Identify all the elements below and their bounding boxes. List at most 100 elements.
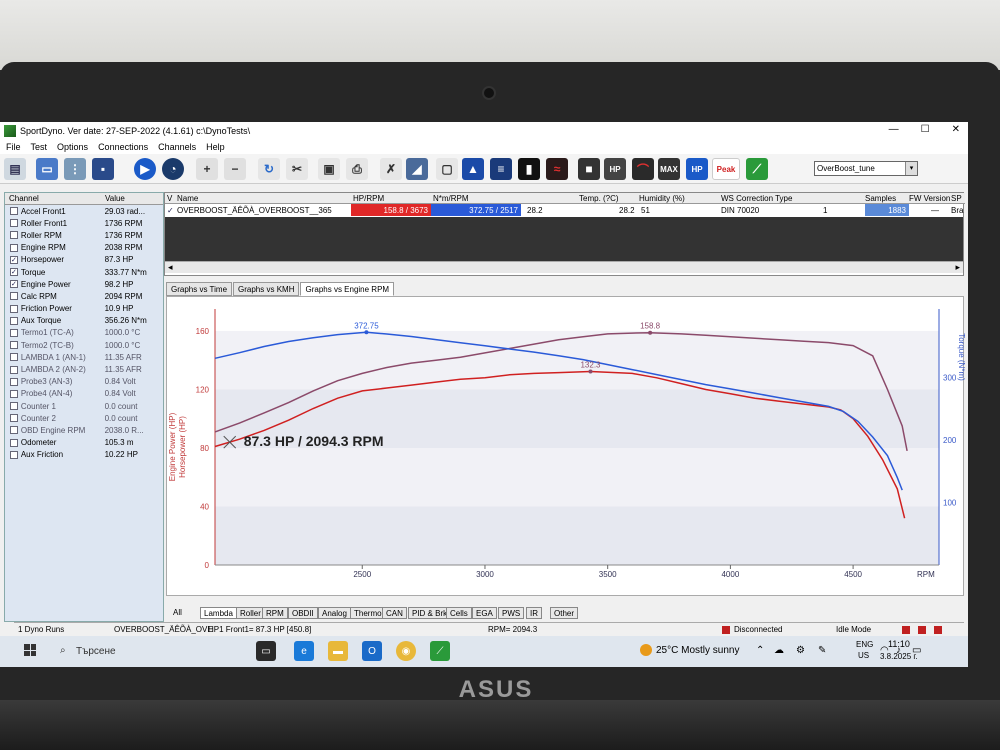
channel-checkbox[interactable]: ✓ xyxy=(10,268,18,277)
save-icon[interactable]: ▪ xyxy=(92,158,114,180)
tab-graphs-vs-time[interactable]: Graphs vs Time xyxy=(166,282,233,296)
close-button[interactable]: ✕ xyxy=(952,124,960,135)
new-test-icon[interactable]: ▤ xyxy=(4,158,26,180)
task-view-icon[interactable]: ▭ xyxy=(256,641,276,661)
chrome-icon[interactable]: ◉ xyxy=(396,641,416,661)
channel-checkbox[interactable] xyxy=(10,231,18,240)
play-icon[interactable]: ▶ xyxy=(134,158,156,180)
tray-chevron-icon[interactable]: ⌃ xyxy=(756,645,764,656)
channel-checkbox[interactable] xyxy=(10,353,18,362)
tab-obdii[interactable]: OBDII xyxy=(288,607,318,619)
channel-checkbox[interactable] xyxy=(10,377,18,386)
file-explorer-icon[interactable]: ▬ xyxy=(328,641,348,661)
profile-select[interactable]: OverBoost_tune ▾ xyxy=(814,161,918,176)
channel-checkbox[interactable] xyxy=(10,243,18,252)
row-check[interactable]: ✓ xyxy=(167,206,174,215)
tab-pws[interactable]: PWS xyxy=(498,607,525,619)
tab-can[interactable]: CAN xyxy=(382,607,407,619)
menu-channels[interactable]: Channels xyxy=(158,142,196,152)
list-item[interactable]: Friction Power 10.9 HP xyxy=(5,303,163,315)
menu-file[interactable]: File xyxy=(6,142,21,152)
channel-checkbox[interactable] xyxy=(10,389,18,398)
list-item[interactable]: Probe4 (AN-4) 0.84 Volt xyxy=(5,388,163,400)
channel-checkbox[interactable] xyxy=(10,426,18,435)
print-preview-icon[interactable]: ▣ xyxy=(318,158,340,180)
refresh-icon[interactable]: ↻ xyxy=(258,158,280,180)
zoom-out-icon[interactable]: − xyxy=(224,158,246,180)
channel-checkbox[interactable] xyxy=(10,365,18,374)
list-item[interactable]: Odometer 105.3 m xyxy=(5,437,163,449)
peak-button[interactable]: Peak xyxy=(712,158,740,180)
sportdyno-taskbar-icon[interactable]: ⟋ xyxy=(430,641,450,661)
windows-start-icon[interactable] xyxy=(24,644,36,656)
table-row[interactable]: ✓ OVERBOOST_ÄÊÕÀ_OVERBOOST__365 158.8 / … xyxy=(165,204,965,216)
display-icon[interactable]: ▢ xyxy=(436,158,458,180)
channel-checkbox[interactable] xyxy=(10,219,18,228)
maximize-button[interactable]: ☐ xyxy=(921,124,930,135)
hp-blue-button[interactable]: HP xyxy=(686,158,708,180)
horizontal-scrollbar[interactable]: ◂ ▸ xyxy=(165,261,963,273)
list-item[interactable]: Probe3 (AN-3) 0.84 Volt xyxy=(5,376,163,388)
menu-help[interactable]: Help xyxy=(206,142,225,152)
menu-test[interactable]: Test xyxy=(31,142,48,152)
menu-options[interactable]: Options xyxy=(57,142,88,152)
tab-lambda[interactable]: Lambda xyxy=(200,607,237,619)
scroll-left-icon[interactable]: ◂ xyxy=(168,262,173,273)
dyno-plot[interactable]: 2500 3000 3500 4000 4500 RPM 0 40 80 120 160 100 200… xyxy=(166,296,966,597)
list-item[interactable]: ✓ Engine Power 98.2 HP xyxy=(5,278,163,290)
list-item[interactable]: Roller Front1 1736 RPM xyxy=(5,217,163,229)
cut-icon[interactable]: ✂ xyxy=(286,158,308,180)
list-item[interactable]: Counter 2 0.0 count xyxy=(5,412,163,424)
channel-checkbox[interactable] xyxy=(10,402,18,411)
channel-checkbox[interactable] xyxy=(10,450,18,459)
list-item[interactable]: ✓ Torque 333.77 N*m xyxy=(5,266,163,278)
channel-checkbox[interactable] xyxy=(10,292,18,301)
list-item[interactable]: ✓ Horsepower 87.3 HP xyxy=(5,254,163,266)
zoom-in-icon[interactable]: + xyxy=(196,158,218,180)
gauge-icon[interactable]: ◔ xyxy=(162,158,184,180)
tab-roller[interactable]: Roller xyxy=(236,607,265,619)
channel-checkbox[interactable] xyxy=(10,438,18,447)
list-item[interactable]: Calc RPM 2094 RPM xyxy=(5,290,163,302)
power-curve-icon[interactable]: ⌒ xyxy=(632,158,654,180)
list-item[interactable]: Counter 1 0.0 count xyxy=(5,400,163,412)
channel-checkbox[interactable] xyxy=(10,207,18,216)
tab-graphs-vs-engine-rpm[interactable]: Graphs vs Engine RPM xyxy=(300,282,395,296)
open-folder-icon[interactable]: ▭ xyxy=(36,158,58,180)
channel-checkbox[interactable] xyxy=(10,316,18,325)
dark-panel-icon[interactable]: ▮ xyxy=(518,158,540,180)
taskbar-date[interactable]: 3.8.2025 г. xyxy=(880,652,918,661)
tab-pid-brk[interactable]: PID & Brk xyxy=(408,607,452,619)
list-item[interactable]: Roller RPM 1736 RPM xyxy=(5,229,163,241)
tab-other[interactable]: Other xyxy=(550,607,579,619)
taskbar-weather[interactable]: 25°C Mostly sunny xyxy=(656,645,739,656)
tray-pen-icon[interactable]: ✎ xyxy=(818,645,826,656)
hp-button[interactable]: HP xyxy=(604,158,626,180)
list-item[interactable]: Accel Front1 29.03 rad... xyxy=(5,205,163,217)
menu-connections[interactable]: Connections xyxy=(98,142,148,152)
taskbar-time[interactable]: 11:10 xyxy=(888,639,910,649)
list-item[interactable]: Aux Torque 356.26 N*m xyxy=(5,315,163,327)
dyno-chart[interactable]: 2500 3000 3500 4000 4500 RPM 0 40 80 120 160 100 200… xyxy=(167,297,966,597)
channel-checkbox[interactable]: ✓ xyxy=(10,255,18,264)
list-item[interactable]: LAMBDA 2 (AN-2) 11.35 AFR xyxy=(5,363,163,375)
taskbar-search[interactable]: Търсене xyxy=(76,646,116,657)
language-indicator[interactable]: ENG xyxy=(856,640,873,649)
channel-checkbox[interactable] xyxy=(10,414,18,423)
tab-graphs-vs-kmh[interactable]: Graphs vs KMH xyxy=(233,282,300,296)
list-item[interactable]: OBD Engine RPM 2038.0 R... xyxy=(5,424,163,436)
max-button[interactable]: MAX xyxy=(658,158,680,180)
search-icon[interactable]: ⌕ xyxy=(60,645,66,656)
list-item[interactable]: Aux Friction 10.22 HP xyxy=(5,449,163,461)
language-region[interactable]: US xyxy=(858,651,869,660)
tree-icon[interactable]: ⋮ xyxy=(64,158,86,180)
table-icon[interactable]: ≡ xyxy=(490,158,512,180)
channel-checkbox[interactable] xyxy=(10,328,18,337)
channel-checkbox[interactable] xyxy=(10,341,18,350)
tools-icon[interactable]: ✗ xyxy=(380,158,402,180)
tab-analog[interactable]: Analog xyxy=(318,607,351,619)
tab-rpm[interactable]: RPM xyxy=(262,607,288,619)
tab-all[interactable]: All xyxy=(170,607,185,619)
dyno-chart-icon[interactable]: ◢ xyxy=(406,158,428,180)
wave-icon[interactable]: ≈ xyxy=(546,158,568,180)
